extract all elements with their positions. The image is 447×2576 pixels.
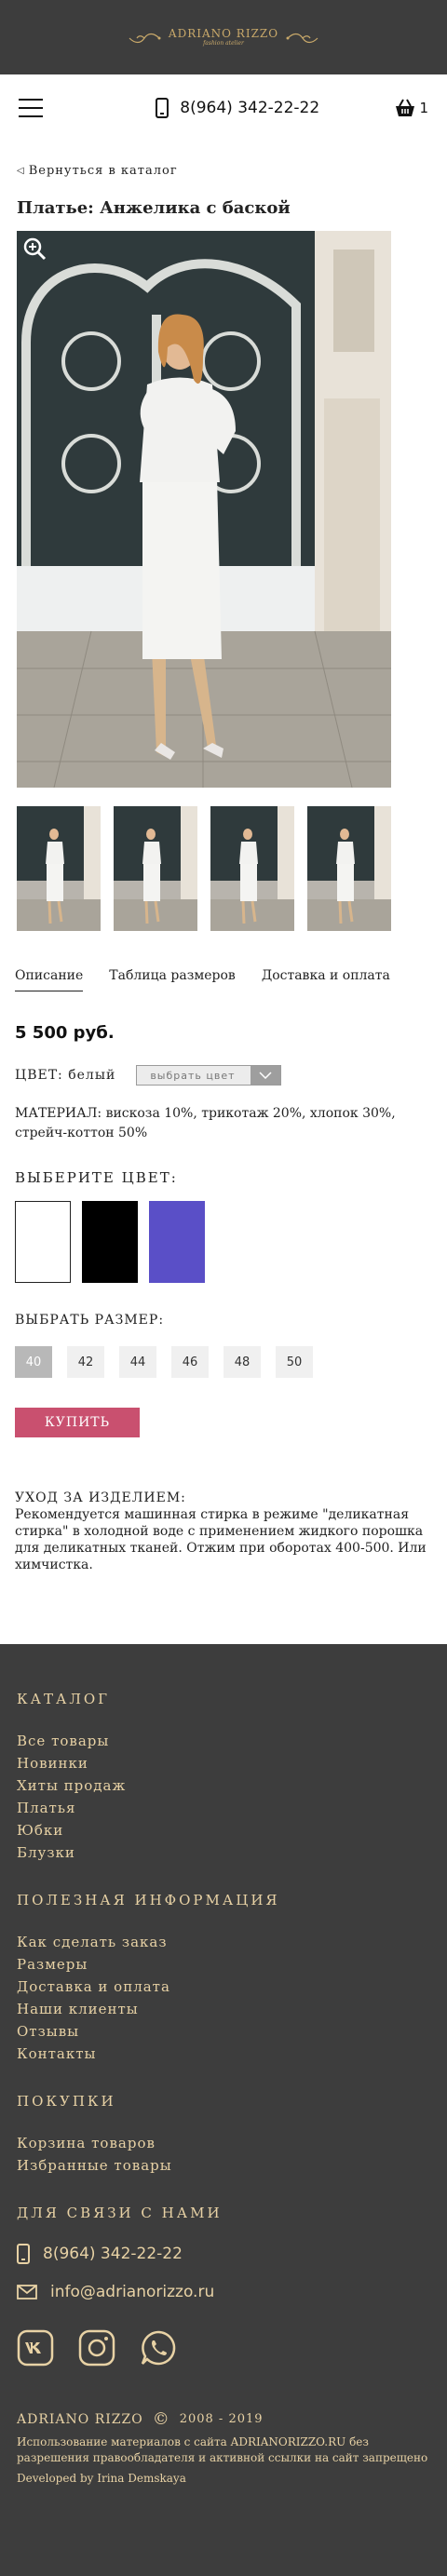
tab-size-chart[interactable]: Таблица размеров bbox=[109, 968, 236, 991]
size-40[interactable]: 40 bbox=[15, 1346, 52, 1378]
size-46[interactable]: 46 bbox=[171, 1346, 209, 1378]
cart-button[interactable]: 1 bbox=[395, 99, 428, 117]
color-swatches bbox=[0, 1201, 447, 1283]
buy-button[interactable]: КУПИТЬ bbox=[15, 1408, 140, 1437]
footer-link-favorites[interactable]: Избранные товары bbox=[17, 2154, 430, 2177]
top-bar: ADRIANO RIZZO fashion atelier bbox=[0, 0, 447, 74]
zoom-icon[interactable] bbox=[22, 236, 47, 261]
mail-icon bbox=[17, 2285, 37, 2300]
footer-email: info@adrianorizzo.ru bbox=[50, 2283, 215, 2301]
brand-logo[interactable]: ADRIANO RIZZO fashion atelier bbox=[128, 28, 319, 47]
footer-email-link[interactable]: info@adrianorizzo.ru bbox=[17, 2283, 430, 2301]
ornament-left-icon bbox=[128, 31, 161, 44]
footer-phone-link[interactable]: 8(964) 342-22-22 bbox=[17, 2244, 430, 2264]
product-price: 5 500 руб. bbox=[15, 1023, 115, 1043]
swatch-violet[interactable] bbox=[149, 1201, 205, 1283]
footer-info-title: ПОЛЕЗНАЯ ИНФОРМАЦИЯ bbox=[17, 1892, 280, 1908]
choose-color-title: ВЫБЕРИТЕ ЦВЕТ: bbox=[15, 1169, 178, 1186]
phone-icon bbox=[156, 98, 169, 118]
menu-icon[interactable] bbox=[19, 99, 43, 117]
footer-link-contacts[interactable]: Контакты bbox=[17, 2043, 430, 2065]
header: 8(964) 342-22-22 1 bbox=[0, 74, 447, 142]
thumbnail-3[interactable] bbox=[210, 806, 294, 931]
whatsapp-icon[interactable] bbox=[140, 2329, 177, 2367]
copyright-notice: Использование материалов с сайта ADRIANO… bbox=[17, 2435, 428, 2464]
care-info: УХОД ЗА ИЗДЕЛИЕМ: Рекомендуется машинная… bbox=[0, 1490, 447, 1573]
footer-link-clients[interactable]: Наши клиенты bbox=[17, 1998, 430, 2020]
copyright-symbol: © bbox=[152, 2409, 170, 2429]
footer-link-bestsellers[interactable]: Хиты продаж bbox=[17, 1774, 430, 1797]
footer-link-sizes[interactable]: Размеры bbox=[17, 1953, 430, 1976]
color-select[interactable]: выбрать цвет bbox=[136, 1065, 282, 1086]
tab-delivery[interactable]: Доставка и оплата bbox=[262, 968, 390, 991]
choose-size-title: ВЫБРАТЬ РАЗМЕР: bbox=[15, 1313, 165, 1328]
swatch-white[interactable] bbox=[15, 1201, 71, 1283]
chevron-down-icon bbox=[251, 1066, 281, 1085]
care-title: УХОД ЗА ИЗДЕЛИЕМ: bbox=[15, 1490, 186, 1505]
footer: КАТАЛОГ Все товары Новинки Хиты продаж П… bbox=[0, 1644, 447, 2576]
color-row: ЦВЕТ: белый выбрать цвет bbox=[0, 1065, 447, 1086]
cart-count: 1 bbox=[419, 100, 428, 116]
footer-phone-number: 8(964) 342-22-22 bbox=[43, 2245, 183, 2263]
social-links bbox=[17, 2329, 430, 2367]
material-info: МАТЕРИАЛ: вискоза 10%, трикотаж 20%, хло… bbox=[15, 1106, 396, 1140]
footer-info-list: Как сделать заказ Размеры Доставка и опл… bbox=[17, 1931, 430, 2065]
footer-link-skirts[interactable]: Юбки bbox=[17, 1819, 430, 1841]
footer-shopping-list: Корзина товаров Избранные товары bbox=[17, 2132, 430, 2177]
size-48[interactable]: 48 bbox=[224, 1346, 261, 1378]
size-44[interactable]: 44 bbox=[119, 1346, 156, 1378]
color-label: ЦВЕТ: белый bbox=[15, 1068, 116, 1083]
triangle-left-icon: ◁ bbox=[17, 166, 25, 176]
footer-link-blouses[interactable]: Блузки bbox=[17, 1841, 430, 1864]
footer-shopping-title: ПОКУПКИ bbox=[17, 2093, 116, 2110]
footer-link-cart[interactable]: Корзина товаров bbox=[17, 2132, 430, 2154]
size-50[interactable]: 50 bbox=[276, 1346, 313, 1378]
thumbnail-strip bbox=[17, 806, 447, 931]
header-phone-number: 8(964) 342-22-22 bbox=[180, 99, 320, 117]
basket-icon bbox=[396, 99, 415, 116]
back-to-catalog-link[interactable]: ◁ Вернуться в каталог bbox=[0, 164, 447, 178]
product-photo bbox=[17, 231, 391, 788]
tab-description[interactable]: Описание bbox=[15, 968, 84, 991]
footer-link-how-to-order[interactable]: Как сделать заказ bbox=[17, 1931, 430, 1953]
product-tabs: Описание Таблица размеров Доставка и опл… bbox=[0, 968, 447, 991]
footer-link-delivery[interactable]: Доставка и оплата bbox=[17, 1976, 430, 1998]
copyright-years: 2008 - 2019 bbox=[179, 2412, 264, 2426]
footer-catalog-title: КАТАЛОГ bbox=[17, 1691, 111, 1707]
brand-tagline: fashion atelier bbox=[203, 40, 244, 47]
developer-credit: Developed by Irina Demskaya bbox=[17, 2472, 186, 2485]
thumbnail-4[interactable] bbox=[307, 806, 391, 931]
product-main-image[interactable] bbox=[17, 231, 391, 788]
ornament-right-icon bbox=[286, 31, 319, 44]
footer-link-new[interactable]: Новинки bbox=[17, 1752, 430, 1774]
back-to-catalog-label: Вернуться в каталог bbox=[28, 164, 178, 178]
footer-link-reviews[interactable]: Отзывы bbox=[17, 2020, 430, 2043]
size-options: 40 42 44 46 48 50 bbox=[0, 1346, 447, 1378]
footer-catalog-list: Все товары Новинки Хиты продаж Платья Юб… bbox=[17, 1730, 430, 1864]
product-title: Платье: Анжелика с баской bbox=[17, 198, 291, 218]
swatch-black[interactable] bbox=[82, 1201, 138, 1283]
copyright-name: ADRIANO RIZZO bbox=[17, 2411, 143, 2427]
header-phone-link[interactable]: 8(964) 342-22-22 bbox=[156, 98, 319, 118]
footer-contact-title: ДЛЯ СВЯЗИ С НАМИ bbox=[17, 2205, 223, 2221]
size-42[interactable]: 42 bbox=[67, 1346, 104, 1378]
footer-link-all[interactable]: Все товары bbox=[17, 1730, 430, 1752]
vk-icon[interactable] bbox=[17, 2329, 54, 2367]
color-select-value: выбрать цвет bbox=[150, 1069, 236, 1082]
phone-icon bbox=[17, 2244, 30, 2264]
copyright: ADRIANO RIZZO © 2008 - 2019 bbox=[17, 2409, 430, 2429]
brand-name: ADRIANO RIZZO bbox=[168, 27, 279, 40]
instagram-icon[interactable] bbox=[78, 2329, 115, 2367]
thumbnail-1[interactable] bbox=[17, 806, 101, 931]
care-text: Рекомендуется машинная стирка в режиме "… bbox=[15, 1507, 427, 1572]
footer-link-dresses[interactable]: Платья bbox=[17, 1797, 430, 1819]
thumbnail-2[interactable] bbox=[114, 806, 197, 931]
